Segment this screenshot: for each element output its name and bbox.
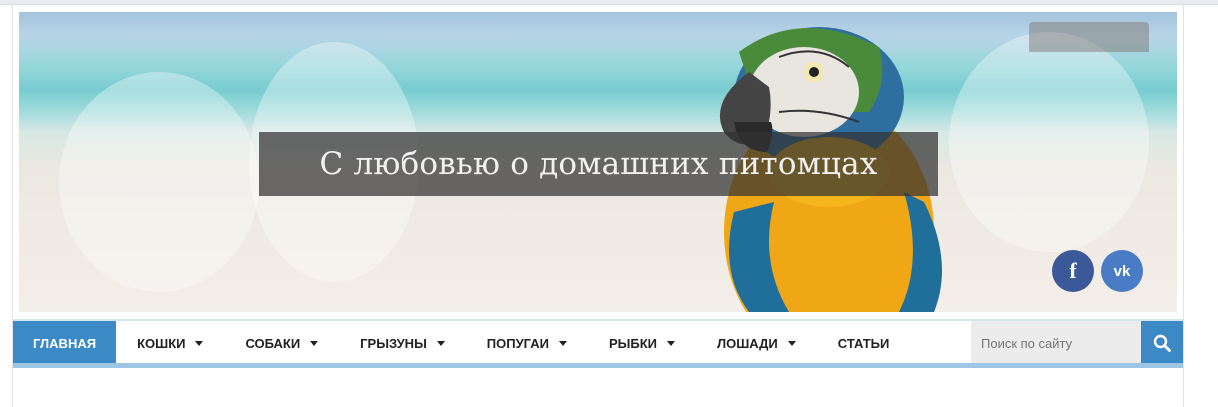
nav-item-home[interactable]: ГЛАВНАЯ bbox=[13, 321, 117, 365]
chevron-down-icon bbox=[667, 340, 675, 346]
chevron-down-icon bbox=[787, 340, 796, 346]
nav-item-cats[interactable]: КОШКИ bbox=[116, 321, 224, 365]
nav-item-label: ГРЫЗУНЫ bbox=[360, 335, 427, 351]
search-icon bbox=[1153, 334, 1171, 352]
site-title: С любовью о домашних питомцах bbox=[319, 146, 878, 182]
search-input[interactable] bbox=[971, 321, 1141, 365]
nav-item-horses[interactable]: ЛОШАДИ bbox=[696, 321, 817, 365]
facebook-button[interactable]: f bbox=[1052, 250, 1094, 292]
chevron-down-icon bbox=[558, 340, 567, 346]
nav-item-label: ГЛАВНАЯ bbox=[33, 335, 97, 351]
chevron-down-icon bbox=[436, 340, 445, 346]
search-button[interactable] bbox=[1141, 321, 1183, 365]
nav-bottom-border bbox=[13, 363, 1183, 368]
chevron-down-icon bbox=[310, 340, 319, 346]
nav-item-rodents[interactable]: ГРЫЗУНЫ bbox=[339, 321, 466, 365]
nav-item-parrots[interactable]: ПОПУГАИ bbox=[466, 321, 588, 365]
site-title-box: С любовью о домашних питомцах bbox=[259, 132, 938, 196]
nav-item-label: РЫБКИ bbox=[608, 335, 657, 351]
nav-item-dogs[interactable]: СОБАКИ bbox=[224, 321, 339, 365]
header-banner: С любовью о домашних питомцах f vk bbox=[19, 12, 1177, 312]
main-navigation: ГЛАВНАЯ КОШКИ СОБАКИ ГРЫЗУНЫ ПОПУГАИ РЫБ… bbox=[13, 319, 1183, 365]
nav-item-articles[interactable]: СТАТЬИ bbox=[817, 321, 911, 365]
nav-item-label: КОШКИ bbox=[137, 335, 186, 351]
nav-item-label: ПОПУГАИ bbox=[486, 335, 549, 351]
nav-item-label: ЛОШАДИ bbox=[717, 335, 778, 351]
page-container: С любовью о домашних питомцах f vk ГЛАВН… bbox=[12, 5, 1184, 407]
nav-item-label: СТАТЬИ bbox=[837, 335, 890, 351]
search-form bbox=[971, 321, 1183, 365]
vk-icon: vk bbox=[1113, 262, 1131, 280]
facebook-icon: f bbox=[1069, 258, 1077, 283]
nav-item-fish[interactable]: РЫБКИ bbox=[588, 321, 696, 365]
vk-button[interactable]: vk bbox=[1101, 250, 1143, 292]
nav-item-label: СОБАКИ bbox=[245, 335, 301, 351]
chevron-down-icon bbox=[195, 340, 204, 346]
